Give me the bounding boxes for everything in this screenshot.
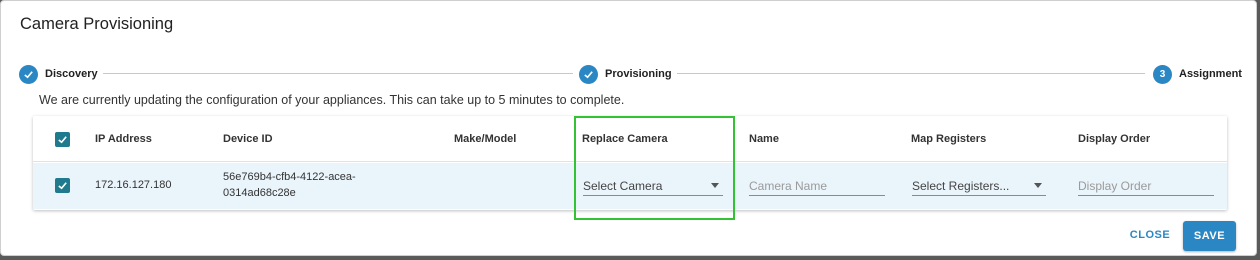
- step-assignment[interactable]: 3 Assignment: [1153, 63, 1242, 85]
- map-registers-value: Select Registers...: [912, 178, 1010, 193]
- step-label: Provisioning: [605, 68, 672, 80]
- select-all-checkbox[interactable]: [55, 132, 70, 147]
- display-order-placeholder: Display Order: [1078, 178, 1152, 193]
- info-message: We are currently updating the configurat…: [39, 93, 625, 107]
- header-name: Name: [749, 133, 779, 145]
- save-button[interactable]: SAVE: [1183, 221, 1236, 251]
- stepper-connector: [103, 73, 573, 74]
- camera-name-placeholder: Camera Name: [749, 178, 828, 193]
- header-device-id: Device ID: [223, 133, 273, 145]
- step-label: Assignment: [1179, 68, 1242, 80]
- highlight-box: [574, 116, 735, 220]
- close-button[interactable]: CLOSE: [1125, 223, 1175, 247]
- camera-provisioning-dialog: Camera Provisioning Discovery Provisioni…: [0, 0, 1257, 256]
- check-icon: [19, 64, 38, 84]
- header-display-order: Display Order: [1078, 133, 1151, 145]
- dialog-title: Camera Provisioning: [20, 15, 174, 33]
- dropdown-arrow-icon: [1034, 183, 1042, 188]
- step-number: 3: [1153, 64, 1172, 84]
- check-icon: [58, 136, 67, 144]
- header-ip-address: IP Address: [95, 133, 152, 145]
- check-icon: [58, 182, 67, 190]
- cell-device-id-line2: 0314ad68c28e: [223, 187, 296, 199]
- map-registers-select[interactable]: Select Registers...: [912, 176, 1046, 196]
- cell-ip-address: 172.16.127.180: [95, 179, 172, 191]
- header-map-registers: Map Registers: [911, 133, 987, 145]
- step-label: Discovery: [45, 68, 98, 80]
- cell-device-id-line1: 56e769b4-cfb4-4122-acea-: [223, 171, 356, 183]
- step-provisioning[interactable]: Provisioning: [579, 63, 672, 85]
- camera-name-input[interactable]: Camera Name: [749, 176, 885, 196]
- stepper-connector: [677, 73, 1145, 74]
- check-icon: [579, 64, 598, 84]
- header-make-model: Make/Model: [454, 133, 517, 145]
- step-discovery[interactable]: Discovery: [19, 63, 98, 85]
- display-order-input[interactable]: Display Order: [1078, 176, 1214, 196]
- row-checkbox[interactable]: [55, 178, 70, 193]
